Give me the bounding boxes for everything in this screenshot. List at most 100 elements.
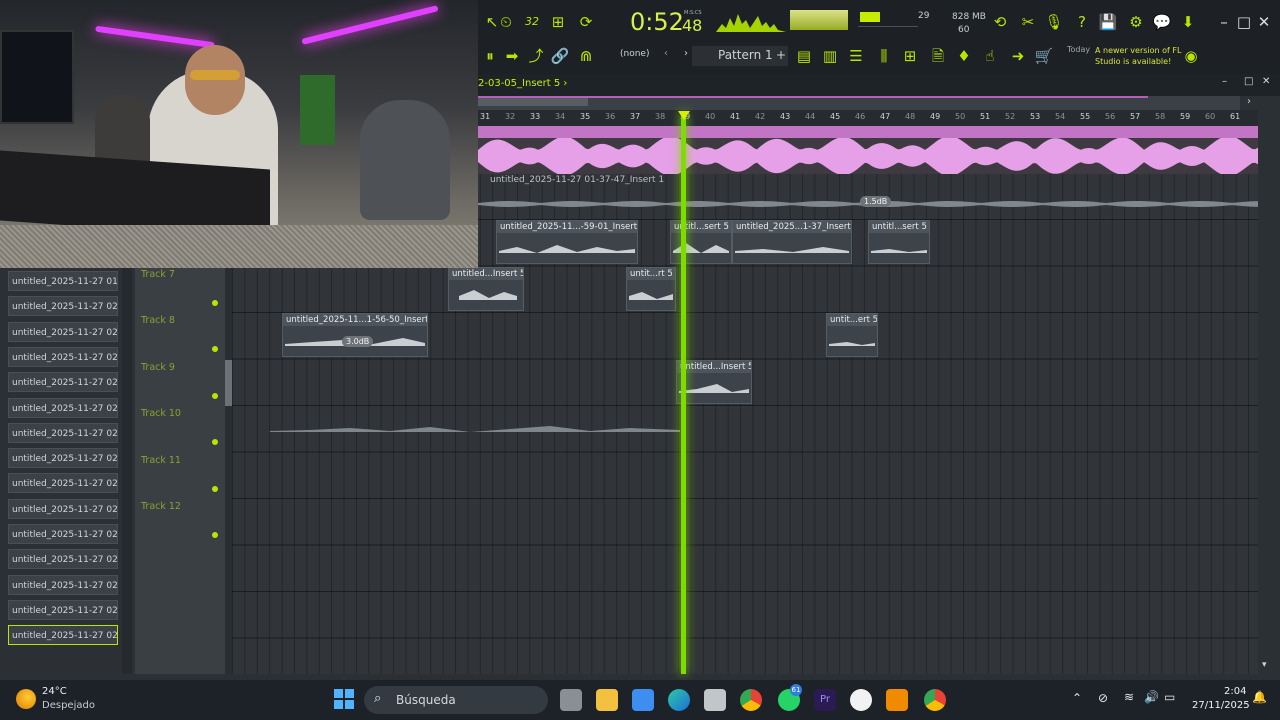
windows-start-icon[interactable]: [334, 689, 354, 709]
arrow-right-icon[interactable]: ➡: [502, 46, 522, 66]
audio-clip[interactable]: untitled_2025-11...-59-01_Insert 5: [496, 220, 638, 264]
clock-time[interactable]: 2:04: [1224, 686, 1246, 697]
scroll-right-icon[interactable]: ›: [1240, 96, 1258, 110]
playlist-close-icon[interactable]: ✕: [1262, 76, 1270, 87]
touch-icon[interactable]: ☝: [980, 46, 1000, 66]
help-icon[interactable]: ?: [1072, 12, 1092, 32]
playhead-marker-icon[interactable]: [678, 111, 690, 120]
track-enable-led[interactable]: [212, 346, 218, 352]
weather-temperature[interactable]: 24°C: [42, 686, 67, 697]
blend-icon[interactable]: ⊞: [548, 12, 568, 32]
file-explorer-icon[interactable]: [596, 689, 618, 711]
wifi-icon[interactable]: ≋: [1124, 690, 1134, 704]
track-label[interactable]: Track 10: [141, 408, 181, 419]
chat-icon[interactable]: 💬: [1152, 12, 1172, 32]
picker-item[interactable]: untitled_2025-11-27 02-...: [8, 549, 118, 570]
playlist-icon[interactable]: ▤: [794, 46, 814, 66]
network-off-icon[interactable]: ⊘: [1098, 691, 1108, 705]
cart-icon[interactable]: 🛒: [1034, 46, 1054, 66]
premiere-icon[interactable]: Pr: [814, 689, 836, 711]
picker-scrollbar[interactable]: [122, 268, 132, 674]
pat-song-icon[interactable]: ⏸: [480, 46, 500, 66]
scroll-thumb[interactable]: [225, 360, 232, 406]
track-enable-led[interactable]: [212, 392, 218, 399]
horizontal-scroll[interactable]: [478, 96, 1258, 110]
picker-item[interactable]: untitled_2025-11-27 02-...: [8, 574, 118, 595]
picker-item[interactable]: untitled_2025-11-27 01-...: [8, 271, 118, 291]
chrome-profile-icon[interactable]: [924, 689, 946, 711]
picker-item[interactable]: untitled_2025-11-27 02-...: [8, 296, 118, 317]
picker-item[interactable]: untitled_2025-11-27 02-...: [8, 498, 118, 519]
plugin-db-icon[interactable]: ♦: [954, 46, 974, 66]
maps-icon[interactable]: [850, 689, 872, 711]
metronome-icon[interactable]: ⏲: [496, 12, 516, 32]
notification-icon[interactable]: 🔔: [1252, 690, 1267, 704]
picker-item[interactable]: untitled_2025-11-27 02-...: [8, 422, 118, 443]
weather-moon-icon[interactable]: [16, 689, 36, 709]
track-label[interactable]: Track 7: [141, 269, 175, 280]
volume-icon[interactable]: 🔊: [1144, 690, 1159, 704]
maximize-icon[interactable]: □: [1234, 12, 1254, 32]
fl-studio-icon[interactable]: [886, 689, 908, 711]
news-message[interactable]: A newer version of FL Studio is availabl…: [1095, 45, 1195, 67]
close-icon[interactable]: ✕: [1254, 12, 1274, 32]
picker-item[interactable]: untitled_2025-11-27 02-...: [8, 448, 118, 469]
audio-clip[interactable]: untitled_2025-11...1-56-50_Insert 5: [282, 313, 428, 357]
file-icon[interactable]: 🗎: [928, 46, 948, 66]
playlist-maximize-icon[interactable]: □: [1244, 76, 1253, 87]
undo-icon[interactable]: ⟲: [990, 12, 1010, 32]
mixer-icon[interactable]: ⫼: [874, 46, 894, 66]
audio-clip[interactable]: untitled...Insert 5: [676, 360, 752, 404]
track-label[interactable]: Track 8: [141, 315, 175, 326]
clock-date[interactable]: 27/11/2025: [1192, 700, 1250, 711]
audio-clip-header[interactable]: [478, 126, 1258, 138]
snap-selector[interactable]: (none): [620, 49, 649, 59]
audio-clip[interactable]: untitl...sert 5: [868, 220, 930, 264]
audio-clip[interactable]: untitled_2025...1-37_Insert 5: [732, 220, 852, 264]
track-enable-led[interactable]: [212, 532, 218, 538]
store-icon[interactable]: [632, 689, 654, 711]
link-icon[interactable]: 🔗: [550, 46, 570, 66]
picker-item[interactable]: untitled_2025-11-27 02-...: [8, 625, 118, 646]
scroll-down-icon[interactable]: ▾: [1262, 660, 1276, 672]
browser-icon[interactable]: ⊞: [900, 46, 920, 66]
arrow-icon[interactable]: ➜: [1008, 46, 1028, 66]
next-pattern-icon[interactable]: ›: [684, 48, 688, 59]
show-hidden-icons-icon[interactable]: ⌃: [1072, 691, 1082, 705]
track-label[interactable]: Track 11: [141, 455, 181, 466]
track-enable-led[interactable]: [212, 439, 218, 445]
minimize-icon[interactable]: –: [1214, 12, 1234, 32]
magnet-icon[interactable]: ⋒: [576, 46, 596, 66]
timeline-ruler[interactable]: 3132333435363738394041424344454647484950…: [478, 110, 1258, 126]
plugin-icon[interactable]: ⚙: [1126, 12, 1146, 32]
audio-clip[interactable]: untitled...Insert 5: [448, 267, 524, 311]
picker-item[interactable]: untitled_2025-11-27 02-...: [8, 473, 118, 494]
playlist-minimize-icon[interactable]: –: [1222, 76, 1227, 87]
globe-icon[interactable]: ◉: [1181, 46, 1201, 66]
clip-gain-badge[interactable]: 3.0dB: [342, 336, 374, 347]
audio-clip[interactable]: untit...ert 5: [826, 313, 878, 357]
audio-clip-waveform[interactable]: [478, 138, 1258, 174]
mic-icon[interactable]: 🎙: [1044, 12, 1064, 32]
pattern-selector[interactable]: Pattern 1 +: [692, 46, 788, 66]
picker-item[interactable]: untitled_2025-11-27 02-...: [8, 321, 118, 342]
track-enable-led[interactable]: [212, 299, 218, 306]
prev-pattern-icon[interactable]: ‹: [664, 48, 668, 59]
picker-item[interactable]: untitled_2025-11-27 02-...: [8, 397, 118, 418]
slice-icon[interactable]: ⤴: [526, 46, 546, 66]
add-pattern-icon[interactable]: +: [776, 48, 786, 62]
picker-item[interactable]: untitled_2025-11-27 02-...: [8, 346, 118, 367]
piano-roll-icon[interactable]: ▥: [820, 46, 840, 66]
download-icon[interactable]: ⬇: [1178, 12, 1198, 32]
search-input[interactable]: ⌕ Búsqueda: [364, 686, 548, 714]
track-label[interactable]: Track 9: [141, 362, 175, 373]
picker-item[interactable]: untitled_2025-11-27 02-...: [8, 372, 118, 393]
clip-gain-badge[interactable]: 1.5dB: [860, 196, 892, 207]
picker-item[interactable]: untitled_2025-11-27 02-...: [8, 524, 118, 544]
task-view-icon[interactable]: [560, 689, 582, 711]
loop-record-icon[interactable]: ⟳: [576, 12, 596, 32]
step-edit-icon[interactable]: 32: [522, 12, 542, 32]
scroll-thumb[interactable]: [478, 98, 588, 106]
channel-rack-icon[interactable]: ☰: [846, 46, 866, 66]
track-enable-led[interactable]: [212, 485, 218, 492]
